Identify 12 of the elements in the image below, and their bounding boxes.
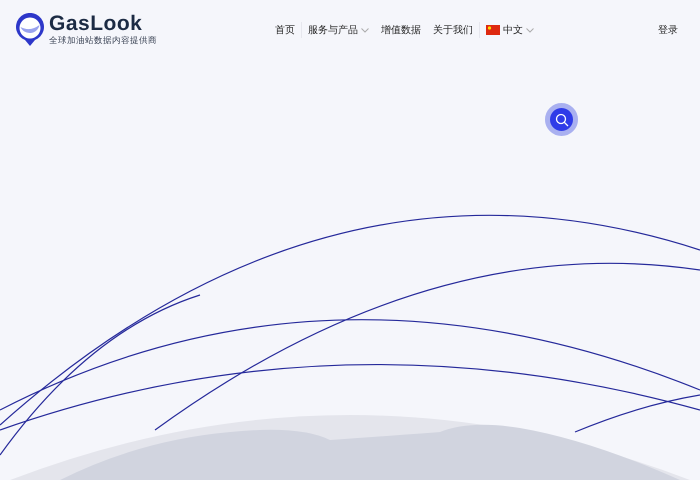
brand-tagline: 全球加油站数据内容提供商	[49, 36, 157, 47]
flag-icon	[486, 25, 500, 35]
login-link[interactable]: 登录	[652, 22, 684, 38]
nav-link[interactable]: 首页	[269, 22, 301, 38]
nav-link[interactable]: 关于我们	[427, 22, 479, 38]
brand-name: GasLook	[49, 13, 144, 34]
nav-link[interactable]: 增值数据	[375, 22, 427, 38]
language-dropdown[interactable]: 中文	[480, 22, 540, 38]
search-button[interactable]	[545, 103, 578, 136]
search-icon	[554, 112, 568, 126]
logo-icon	[15, 13, 45, 47]
nav-dropdown[interactable]: 服务与产品	[302, 22, 375, 38]
